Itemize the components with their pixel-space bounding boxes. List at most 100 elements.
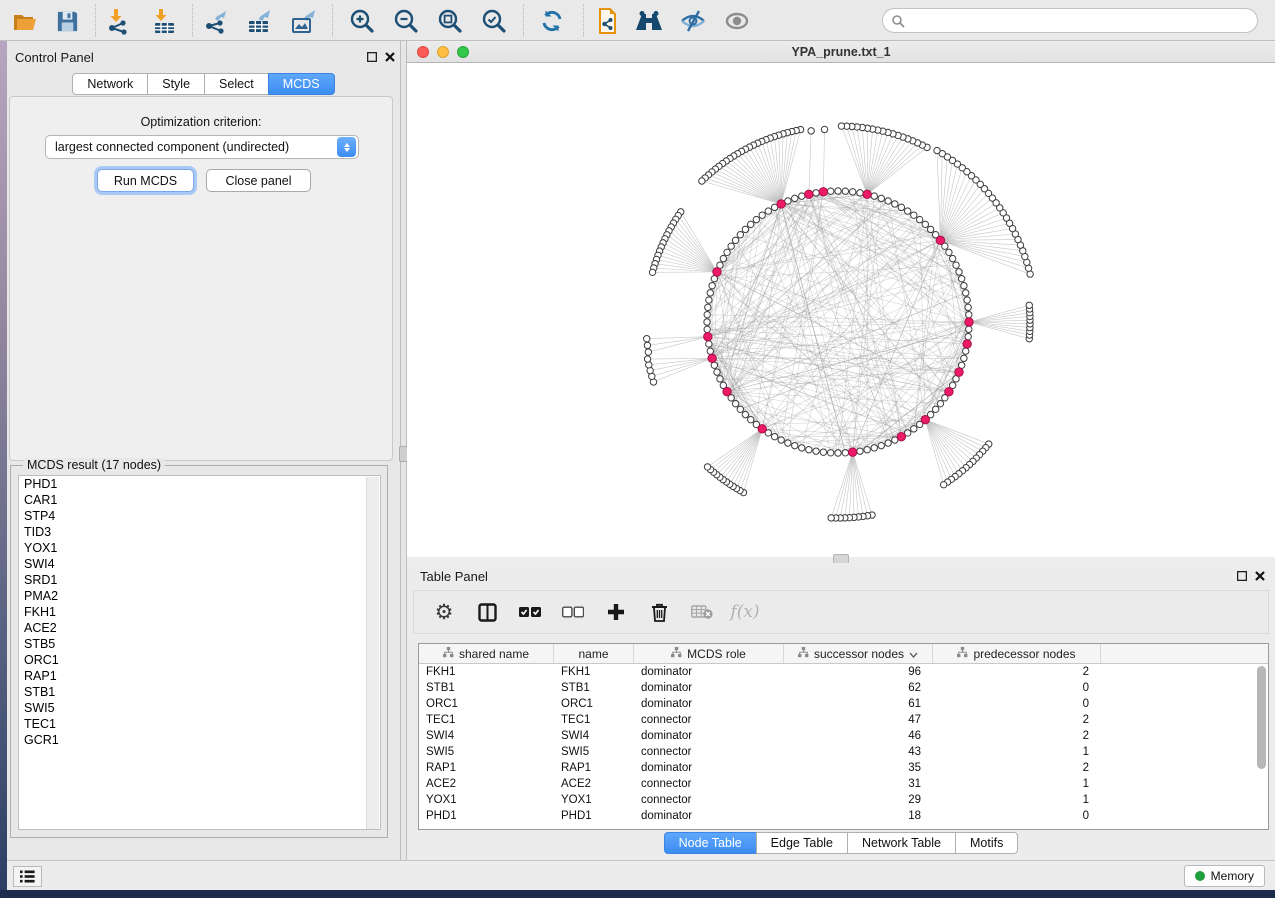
- mcds-result-item[interactable]: PMA2: [19, 588, 380, 604]
- zoom-out-icon[interactable]: [391, 6, 421, 36]
- mcds-result-item[interactable]: SWI5: [19, 700, 380, 716]
- table-row-ACE2[interactable]: ACE2ACE2connector311: [419, 776, 1268, 792]
- tab-node-table[interactable]: Node Table: [664, 832, 757, 854]
- table-row-PHD1[interactable]: PHD1PHD1dominator180: [419, 808, 1268, 824]
- table-options-gear-icon[interactable]: ⚙: [431, 599, 457, 625]
- search-box[interactable]: [882, 8, 1258, 33]
- zoom-in-icon[interactable]: [347, 6, 377, 36]
- search-input[interactable]: [905, 14, 1257, 28]
- function-builder-fx-icon: f(x): [732, 599, 758, 625]
- export-table-icon[interactable]: [245, 6, 275, 36]
- hierarchy-icon: [671, 647, 682, 661]
- show-columns-icon[interactable]: [474, 599, 500, 625]
- table-row-TEC1[interactable]: TEC1TEC1connector472: [419, 712, 1268, 728]
- optimization-criterion-select[interactable]: largest connected component (undirected): [45, 135, 359, 159]
- close-panel-icon[interactable]: [1254, 570, 1266, 582]
- add-column-plus-icon[interactable]: [603, 599, 629, 625]
- export-network-icon[interactable]: [203, 6, 233, 36]
- minimize-window-icon[interactable]: [437, 46, 449, 58]
- import-table-icon[interactable]: [149, 6, 179, 36]
- zoom-fit-icon[interactable]: [435, 6, 465, 36]
- task-history-list-button[interactable]: [13, 866, 42, 887]
- mcds-result-item[interactable]: FKH1: [19, 604, 380, 620]
- mcds-result-item[interactable]: STB1: [19, 684, 380, 700]
- float-panel-icon[interactable]: [366, 51, 378, 63]
- mcds-result-item[interactable]: STB5: [19, 636, 380, 652]
- cell-shared-name: TEC1: [419, 712, 554, 728]
- maximize-window-icon[interactable]: [457, 46, 469, 58]
- cell-successor-nodes: 35: [784, 760, 933, 776]
- mcds-result-item[interactable]: SWI4: [19, 556, 380, 572]
- column-header-predecessor-nodes[interactable]: predecessor nodes: [933, 644, 1101, 663]
- mcds-result-legend: MCDS result (17 nodes): [23, 458, 165, 472]
- mcds-result-item[interactable]: ORC1: [19, 652, 380, 668]
- memory-button[interactable]: Memory: [1184, 865, 1265, 887]
- first-neighbors-binoculars-icon[interactable]: [634, 6, 664, 36]
- cell-predecessor-nodes: 2: [933, 664, 1101, 680]
- close-panel-icon[interactable]: [384, 51, 396, 63]
- mcds-result-item[interactable]: SRD1: [19, 572, 380, 588]
- mcds-result-list[interactable]: PHD1CAR1STP4TID3YOX1SWI4SRD1PMA2FKH1ACE2…: [18, 475, 381, 830]
- cell-predecessor-nodes: 2: [933, 760, 1101, 776]
- mcds-result-item[interactable]: TEC1: [19, 716, 380, 732]
- network-canvas[interactable]: [407, 63, 1275, 557]
- mcds-result-item[interactable]: GCR1: [19, 732, 380, 748]
- clear-selection-checks-icon[interactable]: [560, 599, 586, 625]
- vertical-splitter[interactable]: [400, 41, 407, 860]
- close-panel-button[interactable]: Close panel: [206, 169, 311, 192]
- table-row-FKH1[interactable]: FKH1FKH1dominator962: [419, 664, 1268, 680]
- hierarchy-icon: [957, 647, 968, 661]
- column-header-empty: [1101, 644, 1268, 663]
- tab-style[interactable]: Style: [147, 73, 205, 95]
- cell-MCDS-role: dominator: [634, 808, 784, 824]
- delete-column-trash-icon[interactable]: [646, 599, 672, 625]
- table-row-STB1[interactable]: STB1STB1dominator620: [419, 680, 1268, 696]
- table-row-YOX1[interactable]: YOX1YOX1connector291: [419, 792, 1268, 808]
- tab-network-table[interactable]: Network Table: [847, 832, 956, 854]
- refresh-view-icon[interactable]: [537, 6, 567, 36]
- close-window-icon[interactable]: [417, 46, 429, 58]
- cell-predecessor-nodes: 2: [933, 712, 1101, 728]
- tab-motifs[interactable]: Motifs: [955, 832, 1018, 854]
- network-window-titlebar[interactable]: YPA_prune.txt_1: [407, 41, 1275, 63]
- mcds-result-item[interactable]: YOX1: [19, 540, 380, 556]
- zoom-selected-icon[interactable]: [479, 6, 509, 36]
- run-mcds-button[interactable]: Run MCDS: [97, 169, 194, 192]
- mcds-result-item[interactable]: ACE2: [19, 620, 380, 636]
- column-header-MCDS-role[interactable]: MCDS role: [634, 644, 784, 663]
- mcds-result-item[interactable]: RAP1: [19, 668, 380, 684]
- export-image-icon[interactable]: [289, 6, 319, 36]
- mcds-list-scrollbar[interactable]: [366, 477, 379, 830]
- select-all-checks-icon[interactable]: [517, 599, 543, 625]
- column-header-name[interactable]: name: [554, 644, 634, 663]
- table-row-RAP1[interactable]: RAP1RAP1dominator352: [419, 760, 1268, 776]
- cell-successor-nodes: 47: [784, 712, 933, 728]
- float-panel-icon[interactable]: [1236, 570, 1248, 582]
- hide-details-eye-slash-icon[interactable]: [678, 6, 708, 36]
- cell-predecessor-nodes: 1: [933, 744, 1101, 760]
- table-row-SWI5[interactable]: SWI5SWI5connector431: [419, 744, 1268, 760]
- open-file-icon[interactable]: [10, 6, 40, 36]
- tab-network[interactable]: Network: [72, 73, 148, 95]
- column-header-shared-name[interactable]: shared name: [419, 644, 554, 663]
- tab-edge-table[interactable]: Edge Table: [756, 832, 848, 854]
- cell-shared-name: ACE2: [419, 776, 554, 792]
- table-row-ORC1[interactable]: ORC1ORC1dominator610: [419, 696, 1268, 712]
- save-session-icon[interactable]: [52, 6, 82, 36]
- show-details-eye-icon[interactable]: [722, 6, 752, 36]
- mcds-result-item[interactable]: CAR1: [19, 492, 380, 508]
- table-row-SWI4[interactable]: SWI4SWI4dominator462: [419, 728, 1268, 744]
- mcds-result-item[interactable]: PHD1: [19, 476, 380, 492]
- tab-select[interactable]: Select: [204, 73, 269, 95]
- cell-MCDS-role: dominator: [634, 760, 784, 776]
- cell-successor-nodes: 18: [784, 808, 933, 824]
- network-document-share-icon[interactable]: [593, 6, 623, 36]
- tab-mcds[interactable]: MCDS: [268, 73, 335, 95]
- mcds-result-item[interactable]: TID3: [19, 524, 380, 540]
- table-scrollbar-thumb[interactable]: [1257, 666, 1266, 769]
- mcds-result-item[interactable]: STP4: [19, 508, 380, 524]
- cell-predecessor-nodes: 1: [933, 776, 1101, 792]
- cell-name: FKH1: [554, 664, 634, 680]
- import-network-icon[interactable]: [104, 6, 134, 36]
- column-header-successor-nodes[interactable]: successor nodes: [784, 644, 933, 663]
